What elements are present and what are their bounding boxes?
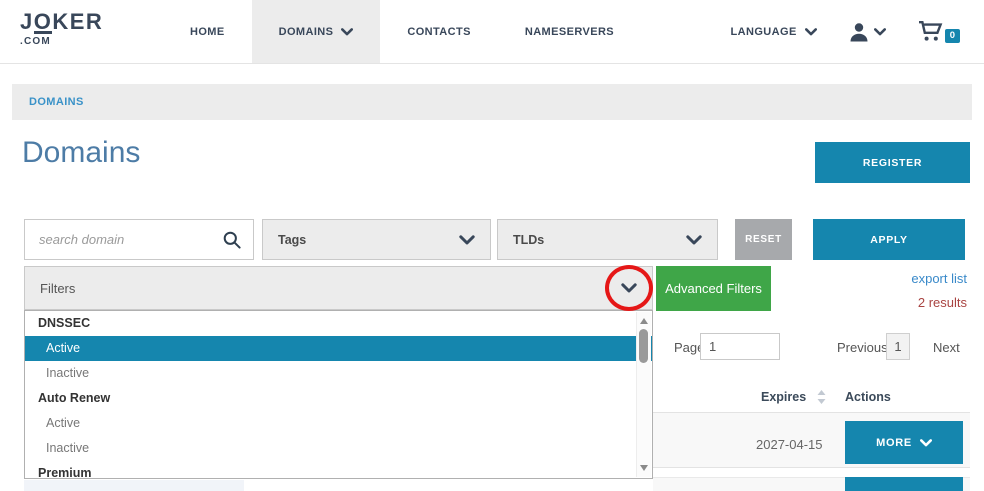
navbar-right: LANGUAGE 0 bbox=[731, 0, 960, 63]
scrollbar-thumb[interactable] bbox=[639, 329, 648, 363]
register-button[interactable]: REGISTER bbox=[815, 142, 970, 183]
nav-item-label: HOME bbox=[190, 26, 225, 38]
breadcrumb-domains-link[interactable]: DOMAINS bbox=[29, 96, 84, 108]
search-icon[interactable] bbox=[223, 231, 241, 249]
page-number-input[interactable] bbox=[700, 333, 780, 360]
more-actions-button[interactable]: MORE bbox=[845, 421, 963, 464]
advanced-filters-button[interactable]: Advanced Filters bbox=[656, 266, 771, 311]
main-nav: HOME DOMAINS CONTACTS NAMESERVERS bbox=[163, 0, 641, 63]
sort-icon[interactable] bbox=[817, 390, 826, 404]
nav-item-nameservers[interactable]: NAMESERVERS bbox=[498, 0, 641, 63]
tlds-select-label: TLDs bbox=[513, 233, 544, 247]
user-icon bbox=[849, 22, 869, 42]
logo-suffix: .COM bbox=[20, 37, 103, 47]
more-actions-button-partial[interactable] bbox=[845, 477, 963, 491]
search-input[interactable] bbox=[37, 231, 223, 248]
apply-button[interactable]: APPLY bbox=[813, 219, 965, 260]
scrollbar-down-icon[interactable] bbox=[640, 465, 648, 471]
filters-select[interactable]: Filters bbox=[24, 266, 653, 310]
chevron-down-icon bbox=[874, 28, 886, 36]
chevron-down-icon bbox=[686, 235, 702, 245]
tags-select-label: Tags bbox=[278, 233, 306, 247]
table-cell-partial bbox=[24, 480, 244, 491]
nav-item-label: CONTACTS bbox=[407, 26, 471, 38]
column-header-actions: Actions bbox=[845, 390, 891, 404]
scrollbar-up-icon[interactable] bbox=[640, 318, 648, 324]
previous-page-link[interactable]: Previous bbox=[837, 340, 888, 355]
dropdown-option-autorenew-active[interactable]: Active bbox=[25, 411, 653, 436]
logo-letter: J bbox=[20, 9, 34, 34]
nav-item-domains[interactable]: DOMAINS bbox=[252, 0, 381, 63]
joker-logo[interactable]: JOKER .COM bbox=[20, 11, 103, 47]
dropdown-scrollbar[interactable] bbox=[636, 312, 651, 477]
logo-wordmark: JOKER bbox=[20, 11, 103, 34]
logo-letter-o: O bbox=[34, 13, 53, 34]
dropdown-option-autorenew-inactive[interactable]: Inactive bbox=[25, 436, 653, 461]
more-button-label: MORE bbox=[876, 437, 912, 449]
dropdown-option-dnssec-inactive[interactable]: Inactive bbox=[25, 361, 653, 386]
logo-letters: KER bbox=[52, 9, 103, 34]
results-count: 2 results bbox=[918, 295, 967, 310]
page-title: Domains bbox=[22, 136, 140, 170]
column-header-expires[interactable]: Expires bbox=[761, 390, 806, 404]
account-menu[interactable] bbox=[849, 22, 886, 42]
reset-button[interactable]: RESET bbox=[735, 219, 792, 260]
nav-item-label: NAMESERVERS bbox=[525, 26, 614, 38]
chevron-down-icon bbox=[805, 28, 817, 36]
advanced-filters-label: Advanced Filters bbox=[665, 281, 762, 296]
next-page-link[interactable]: Next bbox=[933, 340, 960, 355]
reset-button-label: RESET bbox=[745, 234, 782, 245]
register-button-label: REGISTER bbox=[863, 157, 922, 169]
expires-date-cell: 2027-04-15 bbox=[756, 437, 823, 452]
cart-count-badge: 0 bbox=[945, 29, 960, 43]
chevron-down-icon bbox=[920, 439, 932, 447]
top-navbar: JOKER .COM HOME DOMAINS CONTACTS NAMESER… bbox=[0, 0, 984, 64]
dropdown-group-premium: Premium bbox=[25, 461, 652, 479]
dropdown-group-auto-renew: Auto Renew bbox=[25, 386, 652, 411]
dropdown-group-dnssec: DNSSEC bbox=[25, 311, 652, 336]
chevron-down-icon bbox=[459, 235, 475, 245]
language-menu[interactable]: LANGUAGE bbox=[731, 26, 817, 38]
apply-button-label: APPLY bbox=[870, 234, 908, 246]
cart-button[interactable]: 0 bbox=[918, 20, 960, 43]
joker-domains-page: JOKER .COM HOME DOMAINS CONTACTS NAMESER… bbox=[0, 0, 984, 491]
export-list-link[interactable]: export list bbox=[911, 271, 967, 286]
nav-item-contacts[interactable]: CONTACTS bbox=[380, 0, 498, 63]
filters-select-label: Filters bbox=[40, 281, 75, 296]
chevron-down-icon bbox=[341, 28, 353, 36]
breadcrumb: DOMAINS bbox=[12, 84, 972, 120]
domain-search-box bbox=[24, 219, 254, 260]
language-label: LANGUAGE bbox=[731, 26, 797, 38]
chevron-down-icon bbox=[621, 283, 637, 293]
tags-select[interactable]: Tags bbox=[262, 219, 491, 260]
cart-icon bbox=[918, 20, 943, 42]
nav-item-home[interactable]: HOME bbox=[163, 0, 252, 63]
nav-item-label: DOMAINS bbox=[279, 26, 334, 38]
filters-dropdown-list: DNSSEC Active Inactive Auto Renew Active… bbox=[24, 310, 653, 479]
tlds-select[interactable]: TLDs bbox=[497, 219, 718, 260]
current-page-button[interactable]: 1 bbox=[886, 333, 910, 360]
dropdown-option-dnssec-active[interactable]: Active bbox=[25, 336, 653, 361]
